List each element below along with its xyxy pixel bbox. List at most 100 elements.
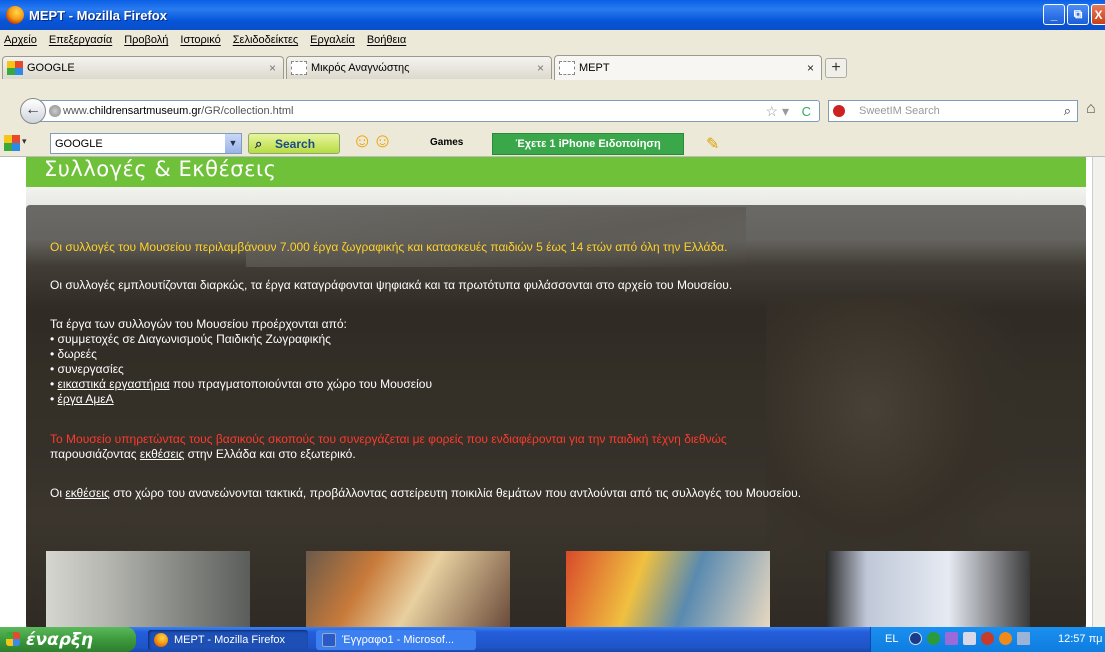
games-button[interactable]: Games: [430, 137, 463, 148]
navigation-bar: www. childrensartmuseum.gr/GR/collection.…: [0, 92, 1105, 130]
engine-select[interactable]: GOOGLE ▼: [50, 133, 242, 154]
exhibitions-link[interactable]: εκθέσεις: [140, 447, 184, 461]
scrollbar[interactable]: [1092, 157, 1105, 627]
search-placeholder: SweetIM Search: [859, 105, 940, 117]
list-item: • δωρεές: [50, 347, 97, 361]
tab-mikros-anagnostis[interactable]: Μικρός Αναγνώστης ×: [286, 56, 552, 79]
workshops-link[interactable]: εικαστικά εργαστήρια: [58, 377, 170, 391]
toolbar-logo-icon[interactable]: [4, 135, 20, 151]
disabled-artworks-link[interactable]: έργα ΑμεΑ: [58, 392, 114, 406]
close-button[interactable]: X: [1091, 4, 1105, 25]
back-arrow-tray-icon[interactable]: [909, 632, 922, 645]
section-header: Συλλογές & Εκθέσεις: [26, 157, 1086, 187]
window-title: ΜΕΡΤ - Mozilla Firefox: [29, 7, 167, 23]
windows-taskbar: έναρξη ΜΕΡΤ - Mozilla Firefox Έγγραφο1 -…: [0, 627, 1105, 652]
chevron-down-icon[interactable]: ▼: [225, 134, 241, 153]
clock: 12:57 πμ: [1058, 633, 1103, 645]
blank-page-icon: [291, 61, 307, 75]
tab-close-icon[interactable]: ×: [807, 61, 814, 75]
url-path: /GR/collection.html: [201, 105, 294, 117]
volume-icon[interactable]: [963, 632, 976, 645]
menu-file[interactable]: Αρχείο: [4, 34, 37, 46]
taskbar-word[interactable]: Έγγραφο1 - Microsof...: [316, 630, 476, 650]
minimize-button[interactable]: _: [1043, 4, 1065, 25]
url-domain: childrensartmuseum.gr: [89, 105, 202, 117]
tab-close-icon[interactable]: ×: [269, 61, 276, 75]
task-label: Έγγραφο1 - Microsof...: [342, 634, 455, 646]
back-button[interactable]: ←: [20, 98, 46, 124]
update-icon[interactable]: [999, 632, 1012, 645]
bullet: •: [50, 377, 58, 391]
monitor-icon[interactable]: [1017, 632, 1030, 645]
window-controls: _ ⧉ X: [1043, 4, 1105, 25]
tab-bar: GOOGLE × Μικρός Αναγνώστης × ΜΕΡΤ × +: [0, 50, 1105, 92]
pencil-icon[interactable]: ✎: [706, 134, 719, 154]
messenger-icon[interactable]: [945, 632, 958, 645]
workshop-thumbnail[interactable]: [306, 551, 510, 627]
start-button[interactable]: έναρξη: [0, 627, 136, 652]
toolbar-search-button[interactable]: ⌕ Search: [248, 133, 340, 154]
globe-icon: [49, 105, 61, 117]
menu-tools[interactable]: Εργαλεία: [310, 34, 355, 46]
blank-page-icon: [559, 61, 575, 75]
archive-thumbnail[interactable]: [46, 551, 250, 627]
text-segment: παρουσιάζοντας: [50, 447, 140, 461]
antivirus-icon[interactable]: [981, 632, 994, 645]
firefox-icon: [154, 633, 168, 647]
list-item: • εικαστικά εργαστήρια που πραγματοποιού…: [50, 377, 432, 392]
menu-edit[interactable]: Επεξεργασία: [49, 34, 112, 46]
list-item-text: που πραγματοποιούνται στο χώρο του Μουσε…: [169, 377, 433, 391]
chevron-down-icon[interactable]: ▾: [22, 136, 27, 147]
google-toolbar: ▾ GOOGLE ▼ ⌕ Search ☺☺ Games Έχετε 1 iPh…: [0, 130, 1105, 157]
reload-icon[interactable]: C: [802, 104, 811, 119]
tab-label: Μικρός Αναγνώστης: [311, 62, 410, 74]
search-engine-icon[interactable]: [833, 105, 845, 117]
exhibitions-paragraph: Οι εκθέσεις στο χώρο του ανανεώνονται τα…: [50, 486, 801, 501]
window-title-bar[interactable]: ΜΕΡΤ - Mozilla Firefox _ ⧉ X: [0, 0, 1105, 30]
tab-mept[interactable]: ΜΕΡΤ ×: [554, 55, 822, 80]
bullet: •: [50, 392, 58, 406]
taskbar-firefox[interactable]: ΜΕΡΤ - Mozilla Firefox: [148, 630, 308, 650]
tab-close-icon[interactable]: ×: [537, 61, 544, 75]
text-segment: στο χώρο του ανανεώνονται τακτικά, προβά…: [109, 486, 802, 500]
menu-bookmarks[interactable]: Σελιδοδείκτες: [233, 34, 298, 46]
tab-label: ΜΕΡΤ: [579, 62, 610, 74]
cooperation-paragraph: Το Μουσείο υπηρετώντας τους βασικούς σκο…: [50, 432, 727, 446]
menu-history[interactable]: Ιστορικό: [180, 34, 220, 46]
search-icon: ⌕: [255, 135, 263, 151]
list-item: • συμμετοχές σε Διαγωνισμούς Παιδικής Ζω…: [50, 332, 331, 346]
exhibitions-abroad-line: παρουσιάζοντας εκθέσεις στην Ελλάδα και …: [50, 447, 356, 462]
smiley-icon[interactable]: ☺☺: [352, 130, 393, 153]
maximize-button[interactable]: ⧉: [1067, 4, 1089, 25]
url-bar[interactable]: www. childrensartmuseum.gr/GR/collection.…: [40, 100, 820, 122]
list-item: • συνεργασίες: [50, 362, 124, 376]
bookmark-star-icon[interactable]: ☆ ▾: [766, 103, 789, 120]
menu-view[interactable]: Προβολή: [124, 34, 168, 46]
page-title: Συλλογές & Εκθέσεις: [44, 157, 277, 181]
home-icon[interactable]: ⌂: [1086, 100, 1096, 118]
task-label: ΜΕΡΤ - Mozilla Firefox: [174, 634, 286, 646]
page-content: Συλλογές & Εκθέσεις Οι συλλογές του Μουσ…: [0, 157, 1105, 627]
sources-intro: Τα έργα των συλλογών του Μουσείου προέρχ…: [50, 317, 347, 331]
paragraph-enrichment: Οι συλλογές εμπλουτίζονται διαρκώς, τα έ…: [50, 278, 733, 292]
intro-paragraph: Οι συλλογές του Μουσείου περιλαμβάνουν 7…: [50, 240, 728, 254]
text-segment: Οι: [50, 486, 66, 500]
firefox-icon: [6, 6, 24, 24]
new-tab-button[interactable]: +: [825, 58, 847, 78]
search-button-label: Search: [275, 136, 316, 151]
exhibitions-link[interactable]: εκθέσεις: [65, 486, 109, 500]
word-document-icon: [322, 633, 336, 647]
computer-thumbnail[interactable]: [826, 551, 1030, 627]
language-indicator[interactable]: EL: [885, 633, 898, 645]
url-prefix: www.: [63, 105, 90, 117]
tab-label: GOOGLE: [27, 62, 75, 74]
tab-google[interactable]: GOOGLE ×: [2, 56, 284, 79]
search-icon[interactable]: ⌕: [1064, 103, 1071, 119]
network-icon[interactable]: [927, 632, 940, 645]
notification-button[interactable]: Έχετε 1 iPhone Ειδοποίηση: [492, 133, 684, 155]
menu-help[interactable]: Βοήθεια: [367, 34, 406, 46]
search-input[interactable]: SweetIM Search ⌕: [828, 100, 1078, 122]
text-segment: στην Ελλάδα και στο εξωτερικό.: [184, 447, 356, 461]
painting-thumbnail[interactable]: [566, 551, 770, 627]
engine-select-value: GOOGLE: [55, 137, 103, 150]
